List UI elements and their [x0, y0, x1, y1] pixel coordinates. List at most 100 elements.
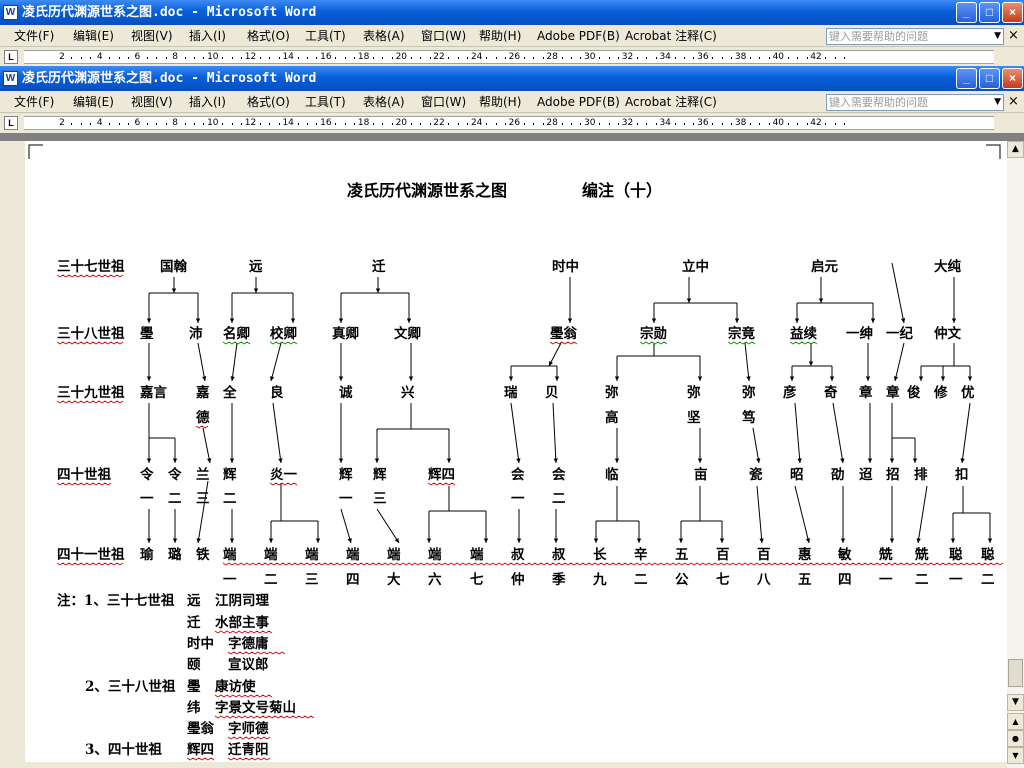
menu-help[interactable]: 帮助(H): [479, 25, 521, 47]
help-search-input[interactable]: 键入需要帮助的问题 ▼: [826, 28, 1004, 45]
select-browse-object-icon[interactable]: ●: [1007, 730, 1024, 747]
title-bar-back[interactable]: W 凌氏历代渊源世系之图.doc - Microsoft Word _ □ ×: [0, 0, 1024, 25]
help-search-input[interactable]: 键入需要帮助的问题 ▼: [826, 94, 1004, 111]
person-name: 端: [305, 546, 319, 563]
scroll-thumb[interactable]: [1008, 659, 1023, 687]
spelling-underline: [227, 736, 271, 740]
ruler-tick: [655, 57, 657, 59]
ruler-tick: [156, 123, 158, 125]
ruler-tick: [109, 57, 111, 59]
note-name: 远: [187, 593, 201, 609]
arrow-head-icon: [553, 538, 559, 543]
ruler-number: 36: [697, 118, 709, 128]
ruler-tick: [608, 123, 610, 125]
ruler-number: 26: [508, 118, 521, 128]
menu-insert[interactable]: 插入(I): [189, 25, 226, 47]
close-button[interactable]: ×: [1002, 68, 1023, 89]
tab-selector-icon[interactable]: L: [4, 50, 18, 64]
arrow-head-icon: [805, 538, 811, 543]
menu-window[interactable]: 窗口(W): [421, 91, 466, 113]
ruler-number: 34: [659, 52, 671, 62]
menu-insert[interactable]: 插入(I): [189, 91, 226, 113]
document-subtitle: 编注（十）: [582, 181, 662, 200]
ruler-tick: [523, 57, 525, 59]
menu-acrobat-comments[interactable]: Acrobat 注释(C): [625, 25, 717, 47]
person-name: 聪: [981, 546, 995, 563]
menu-help[interactable]: 帮助(H): [479, 91, 521, 113]
horizontal-ruler-back[interactable]: L 2 4 6 8 10 12 14 16 18 20 22 24 26 28 30 32 34 36 38 40 42: [0, 47, 1024, 67]
horizontal-ruler[interactable]: L 2 4 6 8 10 12 14 16 18 20 22 24 26 28 30 32 34 36 38 40 42: [0, 113, 1024, 133]
menu-edit[interactable]: 编辑(E): [73, 91, 114, 113]
ruler-tick: [674, 57, 676, 59]
person-name: 二: [981, 572, 995, 588]
ruler-tick: [146, 57, 148, 59]
horizontal-scrollbar[interactable]: [0, 762, 1007, 768]
person-name: 二: [915, 572, 929, 588]
person-name: 璺: [140, 326, 154, 342]
arrow-head-icon: [697, 376, 703, 381]
vertical-scrollbar[interactable]: ▲ ▼ ▲ ● ▼: [1007, 141, 1024, 768]
close-doc-icon[interactable]: ×: [1008, 25, 1019, 47]
scroll-down-button[interactable]: ▼: [1007, 694, 1024, 711]
person-name: 八: [756, 572, 771, 588]
next-page-icon[interactable]: ▼: [1007, 747, 1024, 764]
menu-file[interactable]: 文件(F): [14, 91, 54, 113]
ruler-tick: [834, 57, 836, 59]
ruler-tick: [297, 123, 299, 125]
arrow-head-icon: [697, 458, 703, 463]
chevron-down-icon[interactable]: ▼: [994, 29, 1001, 44]
document-page[interactable]: 凌氏历代渊源世系之图 编注（十） 三十七世祖 三十八世祖 三十九世祖 四十世祖 …: [25, 141, 1007, 762]
menu-file[interactable]: 文件(F): [14, 25, 54, 47]
arrow-head-icon: [172, 538, 178, 543]
ruler-tick: [344, 57, 346, 59]
person-name: 一: [140, 491, 154, 507]
ruler-tick: [674, 123, 676, 125]
menu-tools[interactable]: 工具(T): [305, 25, 346, 47]
close-doc-icon[interactable]: ×: [1008, 91, 1019, 113]
ruler-tick: [165, 57, 167, 59]
prev-page-icon[interactable]: ▲: [1007, 713, 1024, 730]
ruler-tick: [241, 123, 242, 125]
arrow-head-icon: [195, 318, 201, 323]
menu-acrobat-comments[interactable]: Acrobat 注释(C): [625, 91, 717, 113]
chevron-down-icon[interactable]: ▼: [994, 95, 1001, 110]
person-name: 奇: [824, 384, 838, 401]
ruler-number: 8: [172, 118, 178, 128]
menu-adobe-pdf[interactable]: Adobe PDF(B): [537, 91, 620, 113]
menu-window[interactable]: 窗口(W): [421, 25, 466, 47]
vertical-ruler[interactable]: [0, 141, 25, 768]
ruler-number: 14: [282, 52, 294, 62]
minimize-button[interactable]: _: [956, 2, 977, 23]
menu-format[interactable]: 格式(O): [247, 91, 290, 113]
title-bar[interactable]: W 凌氏历代渊源世系之图.doc - Microsoft Word _ □ ×: [0, 66, 1024, 91]
ruler-tick: [410, 57, 412, 59]
person-name: 七: [716, 572, 730, 588]
ruler-number: 42: [810, 118, 822, 128]
scroll-up-button[interactable]: ▲: [1007, 141, 1024, 158]
ruler-tick: [495, 57, 497, 59]
generation-label: 四十一世祖: [57, 546, 125, 563]
ruler-tick: [693, 57, 695, 59]
person-name: 真卿: [332, 325, 359, 342]
menu-table[interactable]: 表格(A): [363, 91, 405, 113]
menu-view[interactable]: 视图(V): [131, 25, 173, 47]
ruler-tick: [90, 123, 92, 125]
menu-edit[interactable]: 编辑(E): [73, 25, 114, 47]
person-name: 辛: [634, 546, 648, 563]
menu-format[interactable]: 格式(O): [247, 25, 290, 47]
close-button[interactable]: ×: [1002, 2, 1023, 23]
ruler-number: 18: [357, 118, 370, 128]
page-corner-mark: [986, 144, 1001, 159]
spelling-underline: [214, 694, 273, 698]
menu-tools[interactable]: 工具(T): [305, 91, 346, 113]
restore-button[interactable]: □: [979, 2, 1000, 23]
restore-button[interactable]: □: [979, 68, 1000, 89]
ruler-number: 10: [207, 52, 219, 62]
ruler-tick: [759, 123, 761, 125]
menu-view[interactable]: 视图(V): [131, 91, 173, 113]
arrow-head-icon: [146, 538, 152, 543]
tab-selector-icon[interactable]: L: [4, 116, 18, 130]
minimize-button[interactable]: _: [956, 68, 977, 89]
menu-adobe-pdf[interactable]: Adobe PDF(B): [537, 25, 620, 47]
menu-table[interactable]: 表格(A): [363, 25, 405, 47]
